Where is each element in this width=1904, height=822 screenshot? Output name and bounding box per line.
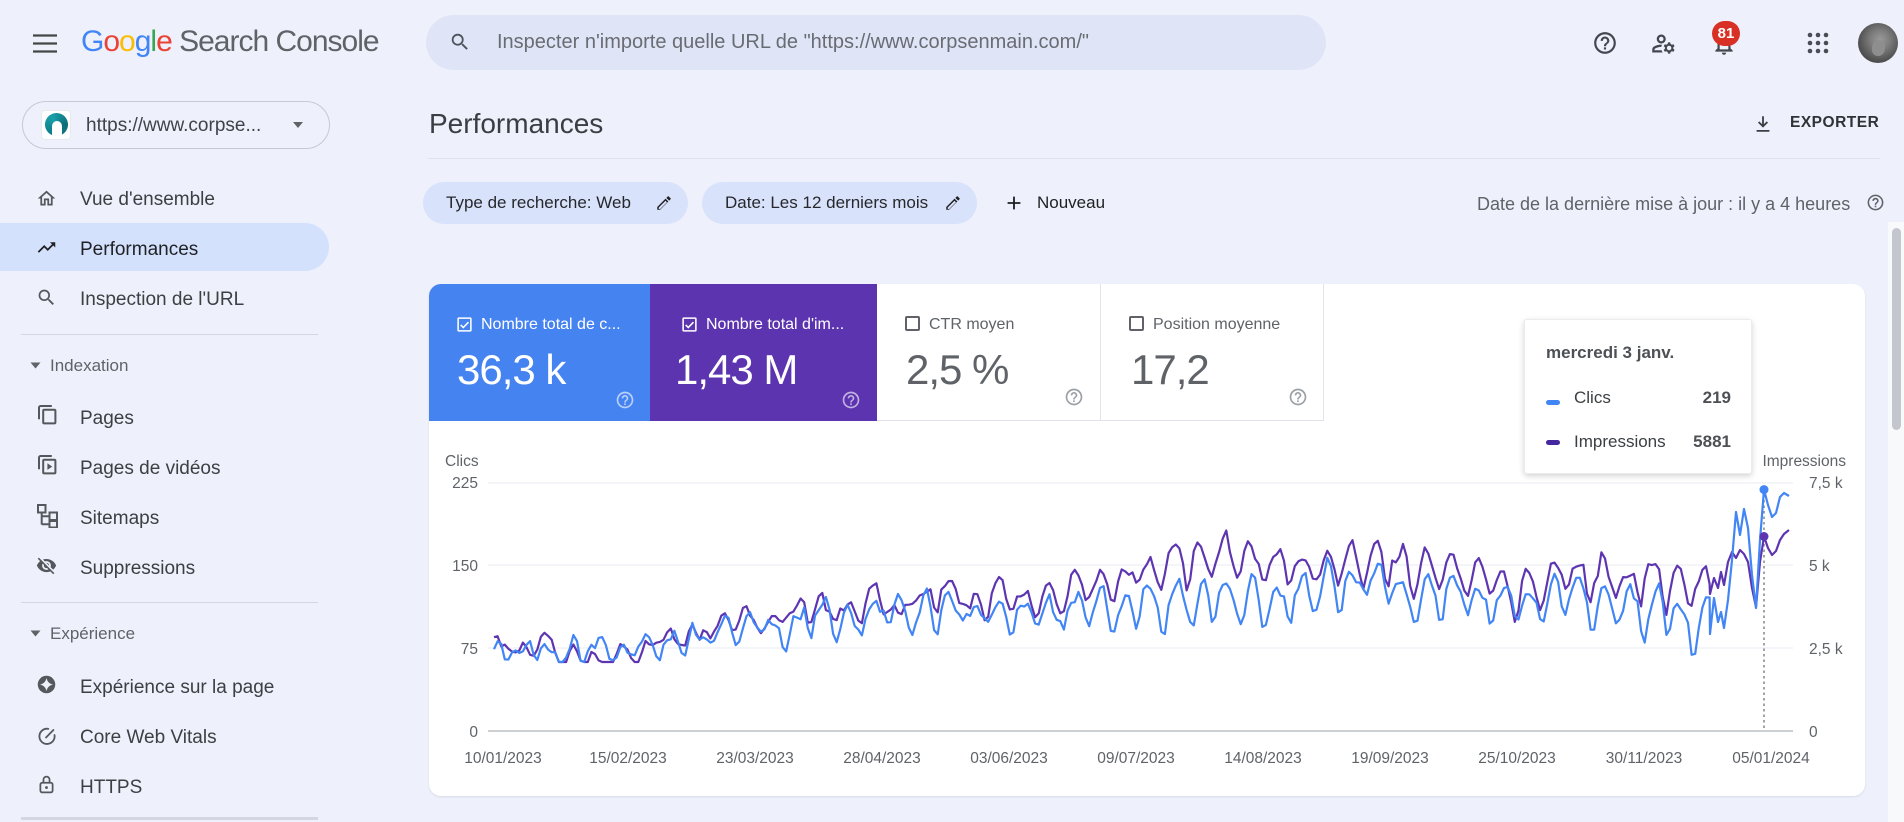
- svg-text:10/01/2023: 10/01/2023: [464, 750, 542, 767]
- svg-text:09/07/2023: 09/07/2023: [1097, 750, 1175, 767]
- svg-text:5 k: 5 k: [1809, 558, 1830, 575]
- svg-text:03/06/2023: 03/06/2023: [970, 750, 1048, 767]
- svg-text:14/08/2023: 14/08/2023: [1224, 750, 1302, 767]
- svg-text:225: 225: [452, 475, 478, 492]
- svg-text:Impressions: Impressions: [1762, 453, 1846, 470]
- svg-text:25/10/2023: 25/10/2023: [1478, 750, 1556, 767]
- svg-text:75: 75: [461, 641, 478, 658]
- svg-text:Clics: Clics: [445, 453, 479, 470]
- svg-text:19/09/2023: 19/09/2023: [1351, 750, 1429, 767]
- svg-text:0: 0: [1809, 724, 1818, 741]
- svg-text:7,5 k: 7,5 k: [1809, 475, 1843, 492]
- svg-text:28/04/2023: 28/04/2023: [843, 750, 921, 767]
- svg-text:05/01/2024: 05/01/2024: [1732, 750, 1810, 767]
- svg-text:23/03/2023: 23/03/2023: [716, 750, 794, 767]
- svg-text:150: 150: [452, 558, 478, 575]
- svg-text:15/02/2023: 15/02/2023: [589, 750, 667, 767]
- svg-text:30/11/2023: 30/11/2023: [1606, 750, 1682, 767]
- svg-text:2,5 k: 2,5 k: [1809, 641, 1843, 658]
- svg-text:0: 0: [469, 724, 478, 741]
